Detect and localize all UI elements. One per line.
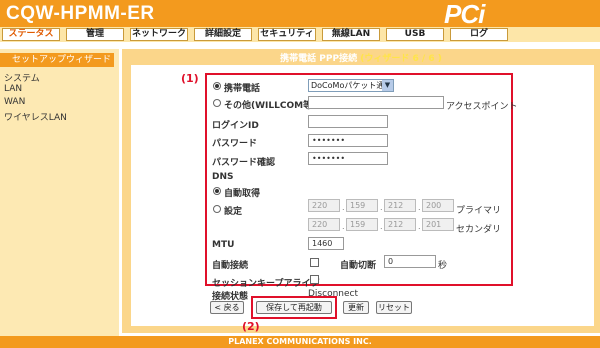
primary-dns-separator: . [380, 203, 383, 212]
secondary-dns-separator: . [342, 222, 345, 231]
tab-wireless-lan[interactable]: 無線LAN [322, 28, 380, 41]
tab-usb[interactable]: USB [386, 28, 444, 41]
dns-label: DNS [212, 172, 234, 182]
login-id-input[interactable] [308, 115, 388, 128]
other-label: その他(WILLCOM等) [224, 101, 317, 111]
footer: PLANEX COMMUNICATIONS INC. [0, 336, 600, 348]
primary-dns-label: プライマリ [456, 206, 502, 216]
dns-manual-label: 設定 [224, 207, 243, 217]
primary-dns-octet-2[interactable]: 159 [346, 199, 378, 212]
tab-status[interactable]: ステータス [2, 28, 60, 41]
sidebar-item-lan[interactable]: LAN [4, 84, 22, 94]
chevron-down-icon: ▼ [382, 80, 393, 91]
keepalive-checkbox[interactable] [310, 275, 319, 284]
auto-connect-checkbox[interactable] [310, 258, 319, 267]
access-point-label: アクセスポイント [446, 102, 518, 112]
page-title-text: 携帯電話 PPP接続 [280, 54, 358, 64]
access-point-input[interactable] [308, 96, 444, 109]
password-confirm-label: パスワード確認 [212, 158, 276, 168]
tab-network[interactable]: ネットワーク [130, 28, 188, 41]
refresh-button[interactable]: 更新 [343, 301, 369, 314]
keepalive-label: セッションキープアライブ [212, 279, 320, 289]
secondary-dns-label: セカンダリ [456, 225, 502, 235]
brand-logo: PCi [444, 0, 485, 29]
secondary-dns-octet-1[interactable]: 220 [308, 218, 340, 231]
back-button[interactable]: < 戻る [210, 301, 244, 314]
annotation-1: (1) [181, 72, 199, 85]
primary-dns-octet-4[interactable]: 200 [422, 199, 454, 212]
other-radio[interactable] [213, 99, 221, 107]
secondary-dns-separator: . [380, 222, 383, 231]
auto-disconnect-input[interactable]: 0 [384, 255, 436, 268]
tab-log[interactable]: ログ [450, 28, 508, 41]
mobile-carrier-select[interactable]: DoCoMoパケット通信 ▼ [308, 79, 394, 92]
primary-dns-separator: . [418, 203, 421, 212]
dns-manual-radio[interactable] [213, 205, 221, 213]
login-label: ログインID [212, 121, 259, 131]
secondary-dns-octet-2[interactable]: 159 [346, 218, 378, 231]
auto-disconnect-label: 自動切断 [340, 261, 377, 271]
tab-management[interactable]: 管理 [66, 28, 124, 41]
primary-dns-separator: . [342, 203, 345, 212]
secondary-dns-octet-3[interactable]: 212 [384, 218, 416, 231]
seconds-label: 秒 [438, 261, 448, 271]
mobile-radio[interactable] [213, 82, 221, 90]
password-confirm-input[interactable]: ••••••• [308, 152, 388, 165]
sidebar-title-setup-wizard[interactable]: セットアップウィザード [0, 53, 114, 67]
secondary-dns-octet-4[interactable]: 201 [422, 218, 454, 231]
mobile-carrier-value: DoCoMoパケット通信 [311, 81, 393, 90]
dns-auto-label: 自動取得 [224, 189, 261, 199]
reset-button[interactable]: リセット [376, 301, 412, 314]
wizard-step: (ウィザード 6 / 6 ) [360, 54, 442, 64]
annotation-2: (2) [242, 320, 260, 333]
mtu-input[interactable]: 1460 [308, 237, 344, 250]
dns-auto-radio[interactable] [213, 187, 221, 195]
tab-advanced[interactable]: 詳細設定 [194, 28, 252, 41]
secondary-dns-separator: . [418, 222, 421, 231]
tab-security[interactable]: セキュリティ [258, 28, 316, 41]
primary-dns-octet-1[interactable]: 220 [308, 199, 340, 212]
password-label: パスワード [212, 139, 258, 149]
mobile-label: 携帯電話 [224, 84, 261, 94]
mtu-label: MTU [212, 240, 235, 250]
app-title: CQW-HPMM-ER [6, 3, 155, 24]
auto-connect-label: 自動接続 [212, 261, 249, 271]
sidebar-item-wireless-lan[interactable]: ワイヤレスLAN [4, 110, 67, 123]
page-title: 携帯電話 PPP接続 (ウィザード 6 / 6 ) [122, 53, 600, 65]
password-input[interactable]: ••••••• [308, 134, 388, 147]
app-header: CQW-HPMM-ER PCi [0, 0, 600, 27]
sidebar-item-wan[interactable]: WAN [4, 97, 25, 107]
primary-dns-octet-3[interactable]: 212 [384, 199, 416, 212]
sidebar-item-system[interactable]: システム [4, 71, 40, 84]
save-restart-button[interactable]: 保存して再起動 [256, 301, 332, 314]
